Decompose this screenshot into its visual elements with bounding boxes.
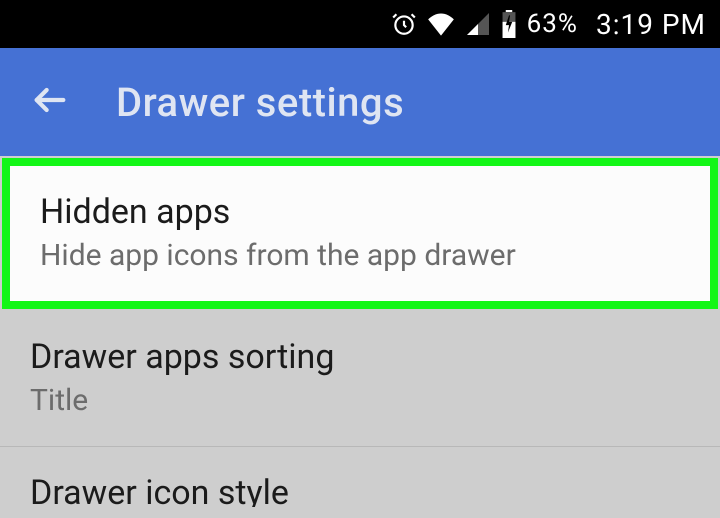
setting-title: Drawer icon style [30,473,690,507]
wifi-icon [427,12,455,36]
clock-time: 3:19 PM [596,8,706,41]
status-bar: 63% 3:19 PM [0,0,720,48]
setting-drawer-icon-style[interactable]: Drawer icon style [0,447,720,507]
app-bar: Drawer settings [0,48,720,156]
setting-title: Hidden apps [40,192,680,232]
cell-signal-icon [465,12,491,36]
setting-subtitle: Hide app icons from the app drawer [40,238,680,273]
setting-title: Drawer apps sorting [30,337,690,377]
battery-percentage: 63% [527,9,578,39]
page-title: Drawer settings [116,79,404,126]
back-arrow-icon[interactable] [30,80,70,124]
setting-hidden-apps[interactable]: Hidden apps Hide app icons from the app … [2,158,718,309]
alarm-icon [391,11,417,37]
setting-drawer-apps-sorting[interactable]: Drawer apps sorting Title [0,311,720,447]
status-icons: 63% [391,9,578,39]
setting-subtitle: Title [30,383,690,418]
settings-list: Hidden apps Hide app icons from the app … [0,158,720,507]
battery-icon [501,10,517,38]
